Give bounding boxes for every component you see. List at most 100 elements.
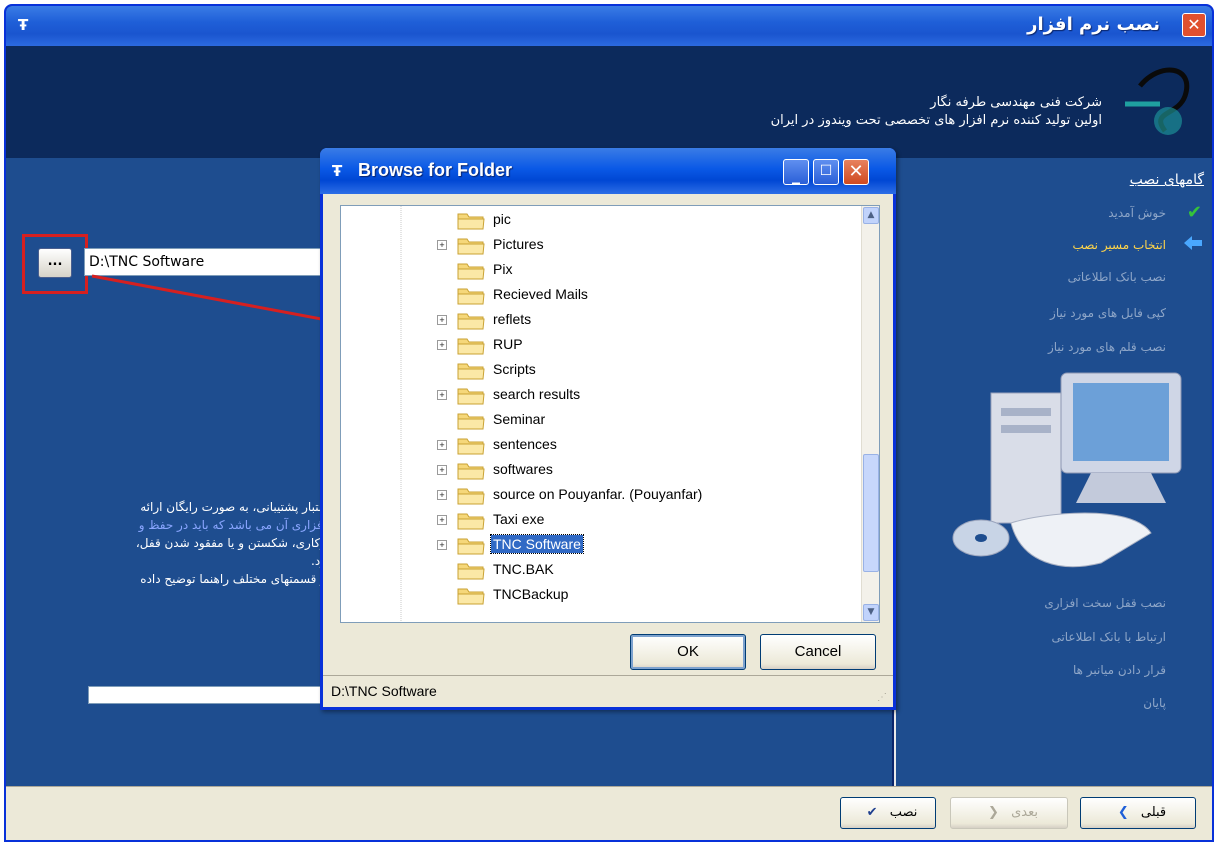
description-text: عتبار پشتیبانی، به صورت رایگان ارائه افز… — [24, 498, 326, 588]
selected-path: D:\TNC Software — [331, 683, 437, 699]
install-path-field[interactable]: D:\TNC Software — [84, 248, 324, 276]
close-button[interactable]: ✕ — [1182, 13, 1206, 37]
expand-icon[interactable]: + — [437, 315, 447, 325]
company-tagline: اولین تولید کننده نرم افزار های تخصصی تح… — [770, 113, 1102, 128]
tree-item-label: pic — [493, 211, 511, 227]
step-finish: پایان — [1143, 696, 1166, 710]
expand-icon[interactable]: + — [437, 390, 447, 400]
check-icon: ✔ — [1186, 202, 1202, 223]
next-button[interactable]: بعدی ❮ — [950, 797, 1068, 829]
dialog-title-bar[interactable]: Ŧ Browse for Folder _ ☐ ✕ — [320, 148, 896, 194]
dialog-title: Browse for Folder — [358, 160, 513, 180]
resize-grip-icon[interactable]: ⋰ — [877, 692, 887, 703]
folder-icon — [457, 260, 485, 280]
folder-icon — [457, 235, 485, 255]
scroll-down-button[interactable]: ▼ — [863, 604, 879, 621]
tree-item-label: Pix — [493, 261, 513, 277]
expand-icon[interactable]: + — [437, 465, 447, 475]
expand-icon[interactable]: + — [437, 340, 447, 350]
folder-tree[interactable]: pic + Pictures Pix Recieved Mails + reflets + RU… — [340, 205, 880, 623]
tree-item-label: softwares — [493, 461, 553, 477]
step-install-database: نصب بانک اطلاعاتی — [1067, 270, 1166, 284]
step-select-path: انتخاب مسیر نصب — [1072, 238, 1166, 252]
steps-panel: گامهای نصب ✔ خوش آمدید انتخاب مسیر نصب ن… — [894, 158, 1212, 786]
step-install-lock: نصب قفل سخت افزاری — [1044, 596, 1166, 610]
description-line: افزاری آن می باشد که باید در حفظ و — [138, 518, 326, 532]
app-icon: Ŧ — [18, 16, 29, 34]
folder-icon — [457, 510, 485, 530]
folder-icon — [457, 210, 485, 230]
minimize-button[interactable]: _ — [783, 159, 809, 185]
tree-item-label: TNCBackup — [493, 586, 569, 602]
company-header: شرکت فنی مهندسی طرفه نگار اولین تولید کن… — [6, 46, 1212, 158]
back-arrow-icon: ❮ — [988, 805, 999, 820]
tree-item-label: TNC.BAK — [493, 561, 554, 577]
description-line: عتبار پشتیبانی، به صورت رایگان ارائه — [140, 500, 326, 514]
folder-icon — [457, 460, 485, 480]
folder-icon — [457, 485, 485, 505]
folder-icon — [457, 535, 485, 555]
maximize-button[interactable]: ☐ — [813, 159, 839, 185]
description-line: ر قسمتهای مختلف راهنما توضیح داده — [140, 572, 326, 586]
cancel-button[interactable]: Cancel — [760, 634, 876, 670]
folder-icon — [457, 410, 485, 430]
tree-item-label: search results — [493, 386, 581, 402]
expand-icon[interactable]: + — [437, 490, 447, 500]
description-line: افزاری آن می باشد که باید در حفظ و — [24, 516, 326, 534]
tree-item-label: Pictures — [493, 236, 544, 252]
steps-title: گامهای نصب — [1129, 172, 1204, 188]
browse-for-folder-dialog: Ŧ Browse for Folder _ ☐ ✕ pic + Pictures Pi… — [320, 148, 896, 710]
tree-lines — [400, 206, 402, 622]
expand-icon[interactable]: + — [437, 440, 447, 450]
step-welcome: خوش آمدید — [1108, 206, 1166, 220]
tree-item-label: RUP — [493, 336, 523, 352]
step-create-shortcuts: قرار دادن میانبر ها — [1072, 663, 1166, 677]
title-bar[interactable]: Ŧ نصب نرم افزار ✕ — [6, 6, 1212, 46]
browse-button[interactable]: ... — [38, 248, 72, 278]
vertical-scrollbar[interactable]: ▲ ▼ — [861, 206, 879, 622]
forward-arrow-icon: ❯ — [1117, 805, 1129, 820]
dialog-app-icon: Ŧ — [332, 162, 343, 180]
folder-icon — [457, 310, 485, 330]
folder-icon — [457, 585, 485, 605]
step-copy-files: کپی فایل های مورد نیاز — [1050, 306, 1166, 320]
dialog-status-bar: D:\TNC Software ⋰ — [323, 675, 893, 707]
tree-item-label: TNC Software — [490, 534, 584, 554]
folder-icon — [457, 385, 485, 405]
checkmark-icon: ✔ — [866, 805, 878, 820]
expand-icon[interactable]: + — [437, 240, 447, 250]
company-logo — [1125, 67, 1190, 135]
step-install-fonts: نصب قلم های مورد نیاز — [1047, 340, 1166, 354]
description-line: رکاری، شکستن و یا مفقود شدن قفل، — [135, 536, 326, 550]
description-line: ود. — [311, 554, 326, 568]
folder-icon — [457, 335, 485, 355]
tree-item-label: Scripts — [493, 361, 536, 377]
expand-icon[interactable]: + — [437, 515, 447, 525]
folder-icon — [457, 360, 485, 380]
ok-button[interactable]: OK — [630, 634, 746, 670]
scroll-thumb[interactable] — [863, 454, 879, 572]
install-button[interactable]: نصب ✔ — [840, 797, 936, 829]
tree-item-label: Seminar — [493, 411, 546, 427]
step-connect-database: ارتباط با بانک اطلاعاتی — [1051, 630, 1166, 644]
previous-label: قبلی — [1140, 805, 1167, 820]
company-name: شرکت فنی مهندسی طرفه نگار — [930, 95, 1102, 110]
tree-item-label: reflets — [493, 311, 532, 327]
tree-item-label: source on Pouyanfar. (Pouyanfar) — [493, 486, 703, 502]
window-title: نصب نرم افزار — [1027, 14, 1160, 35]
scroll-up-button[interactable]: ▲ — [863, 207, 879, 224]
folder-icon — [457, 560, 485, 580]
next-label: بعدی — [1011, 805, 1038, 820]
install-label: نصب — [889, 805, 918, 820]
folder-icon — [457, 285, 485, 305]
tree-item-label: Taxi exe — [493, 511, 545, 527]
expand-icon[interactable]: + — [437, 540, 447, 550]
progress-bar — [88, 686, 328, 704]
company-info: شرکت فنی مهندسی طرفه نگار اولین تولید کن… — [771, 94, 1102, 130]
dialog-close-button[interactable]: ✕ — [843, 159, 869, 185]
computer-illustration — [952, 372, 1182, 568]
previous-button[interactable]: قبلی ❯ — [1080, 797, 1196, 829]
folder-icon — [457, 435, 485, 455]
current-step-arrow-icon — [1184, 236, 1202, 250]
tree-item-label: Recieved Mails — [493, 286, 588, 302]
